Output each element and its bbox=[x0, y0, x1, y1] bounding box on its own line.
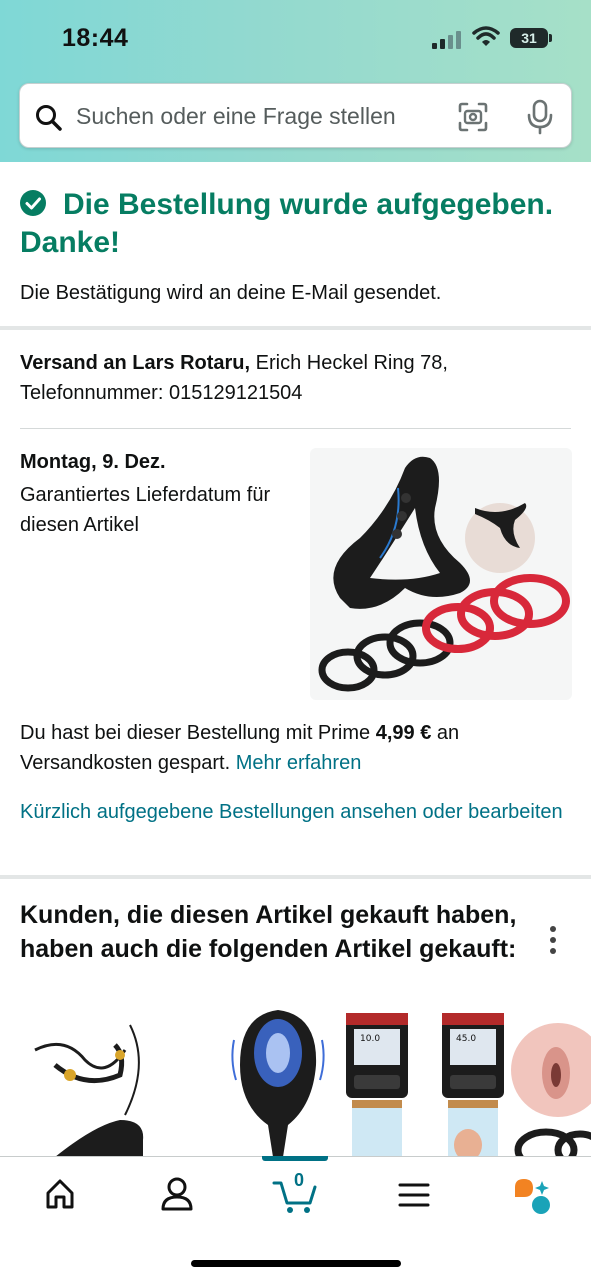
search-icon bbox=[36, 105, 62, 131]
shipping-phone: Telefonnummer: 015129121504 bbox=[20, 382, 303, 404]
home-icon[interactable] bbox=[40, 1175, 100, 1215]
recommendation-item[interactable]: 45.0 bbox=[438, 1005, 513, 1157]
shipping-info: Versand an Lars Rotaru, Erich Heckel Rin… bbox=[20, 348, 580, 408]
assistant-icon[interactable] bbox=[512, 1175, 572, 1215]
search-input[interactable]: Suchen oder eine Frage stellen bbox=[76, 103, 396, 130]
divider bbox=[0, 326, 591, 330]
account-icon[interactable] bbox=[156, 1175, 216, 1215]
prime-amount: 4,99 € bbox=[375, 722, 432, 744]
device-readout-1: 10.0 bbox=[360, 1034, 380, 1044]
shipping-label: Versand an Lars Rotaru, bbox=[20, 352, 251, 374]
learn-more-link[interactable]: Mehr erfahren bbox=[236, 752, 362, 774]
recommendation-item[interactable] bbox=[228, 1005, 328, 1157]
product-image[interactable] bbox=[310, 448, 572, 700]
shipping-address: Erich Heckel Ring 78, bbox=[250, 352, 448, 374]
cellular-signal-icon bbox=[432, 31, 464, 49]
device-readout-2: 45.0 bbox=[456, 1034, 476, 1044]
recommendation-item[interactable] bbox=[508, 1005, 591, 1157]
recommendations-carousel[interactable]: 10.0 45.0 bbox=[0, 1005, 591, 1157]
prime-text-before: Du hast bei dieser Bestellung mit Prime bbox=[20, 722, 376, 744]
recommendation-item[interactable]: 10.0 bbox=[340, 1005, 415, 1157]
active-tab-indicator bbox=[262, 1156, 328, 1161]
wifi-icon bbox=[472, 26, 500, 46]
menu-icon[interactable] bbox=[398, 1175, 458, 1215]
bottom-navigation: 0 bbox=[0, 1156, 591, 1280]
confirmation-title: Die Bestellung wurde aufgegeben. Danke! bbox=[20, 188, 554, 259]
cart-icon[interactable] bbox=[270, 1175, 330, 1215]
search-bar[interactable]: Suchen oder eine Frage stellen bbox=[19, 83, 572, 148]
more-options-icon[interactable] bbox=[545, 926, 561, 958]
divider bbox=[0, 875, 591, 879]
camera-search-icon[interactable] bbox=[457, 101, 489, 133]
check-circle-icon bbox=[20, 190, 46, 216]
recent-orders-link[interactable]: Kürzlich aufgegebene Bestellungen ansehe… bbox=[20, 797, 580, 827]
status-time: 18:44 bbox=[62, 24, 129, 52]
recommendations-title: Kunden, die diesen Artikel gekauft haben… bbox=[20, 901, 517, 963]
top-header: 18:44 31 Suchen oder eine Frage stellen bbox=[0, 0, 591, 162]
delivery-date: Montag, 9. Dez. bbox=[20, 451, 166, 473]
home-indicator bbox=[191, 1260, 401, 1267]
confirmation-subtitle: Die Bestätigung wird an deine E-Mail ges… bbox=[20, 282, 442, 304]
delivery-note: Garantiertes Lieferdatum für diesen Arti… bbox=[20, 484, 271, 536]
battery-icon: 31 bbox=[510, 28, 552, 48]
microphone-icon[interactable] bbox=[526, 99, 554, 135]
divider bbox=[20, 428, 571, 429]
order-confirmation: Die Bestellung wurde aufgegeben. Danke! bbox=[20, 186, 580, 262]
prime-savings: Du hast bei dieser Bestellung mit Prime … bbox=[20, 718, 580, 778]
recommendation-item[interactable] bbox=[25, 1005, 155, 1157]
